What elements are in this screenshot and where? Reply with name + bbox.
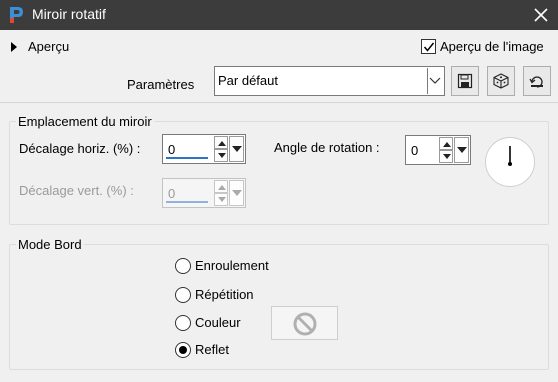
preview-row: Aperçu Aperçu de l'image [0, 30, 558, 64]
edge-mode-title: Mode Bord [16, 237, 84, 252]
mirror-location-title: Emplacement du miroir [16, 114, 154, 129]
presets-label: Paramètres [127, 77, 195, 92]
title-bar: Miroir rotatif [0, 0, 558, 30]
radio-selected-dot [179, 346, 187, 354]
dropdown-arrow-icon[interactable] [229, 136, 244, 162]
increment-icon[interactable] [439, 137, 453, 150]
preview-label[interactable]: Aperçu [28, 39, 69, 54]
horizontal-offset-label: Décalage horiz. (%) : [19, 141, 141, 156]
expand-arrow-icon[interactable] [11, 42, 17, 52]
radio-reflect[interactable] [175, 342, 191, 358]
dropdown-arrow-icon[interactable] [454, 137, 469, 163]
increment-icon [214, 180, 228, 193]
chevron-down-icon[interactable] [427, 68, 443, 94]
edge-option-color-label[interactable]: Couleur [195, 315, 241, 330]
preset-value: Par défaut [218, 73, 278, 88]
checkmark-icon [423, 42, 435, 52]
randomize-button[interactable] [487, 66, 515, 96]
close-icon[interactable] [530, 4, 552, 26]
edge-option-repeat-label[interactable]: Répétition [195, 287, 254, 302]
horizontal-offset-value[interactable]: 0 [168, 142, 175, 157]
save-icon [457, 73, 473, 89]
window-title: Miroir rotatif [32, 6, 106, 22]
rotation-angle-value[interactable]: 0 [411, 143, 418, 158]
rotation-angle-label: Angle de rotation : [274, 140, 380, 155]
vertical-offset-spinner: 0 [162, 178, 246, 208]
decrement-icon[interactable] [439, 150, 453, 163]
horizontal-offset-spinner[interactable]: 0 [162, 134, 246, 164]
rotation-angle-spinner[interactable]: 0 [405, 135, 471, 165]
decrement-icon[interactable] [214, 149, 228, 162]
dice-icon [493, 73, 509, 89]
image-preview-label[interactable]: Aperçu de l'image [440, 39, 544, 54]
separator [0, 102, 558, 103]
preset-select[interactable]: Par défaut [214, 66, 445, 96]
edge-option-wrap-label[interactable]: Enroulement [195, 258, 269, 273]
app-logo-icon [10, 7, 23, 23]
vertical-offset-label: Décalage vert. (%) : [19, 183, 134, 198]
dropdown-arrow-icon [229, 180, 244, 206]
input-focus-line [166, 201, 208, 203]
decrement-icon [214, 193, 228, 206]
no-color-icon [293, 312, 317, 336]
radio-repeat[interactable] [175, 287, 191, 303]
vertical-offset-value: 0 [168, 186, 176, 201]
color-swatch[interactable] [271, 306, 338, 340]
rotation-dial[interactable] [485, 137, 535, 187]
radio-wrap[interactable] [175, 258, 191, 274]
increment-icon[interactable] [214, 136, 228, 149]
input-focus-line [166, 157, 208, 159]
reset-icon [529, 76, 543, 88]
save-preset-button[interactable] [451, 66, 479, 96]
radio-color[interactable] [175, 315, 191, 331]
reset-button[interactable] [523, 66, 551, 96]
dial-needle-icon [508, 146, 512, 166]
edge-option-reflect-label[interactable]: Reflet [195, 342, 229, 357]
image-preview-checkbox[interactable] [421, 39, 436, 54]
